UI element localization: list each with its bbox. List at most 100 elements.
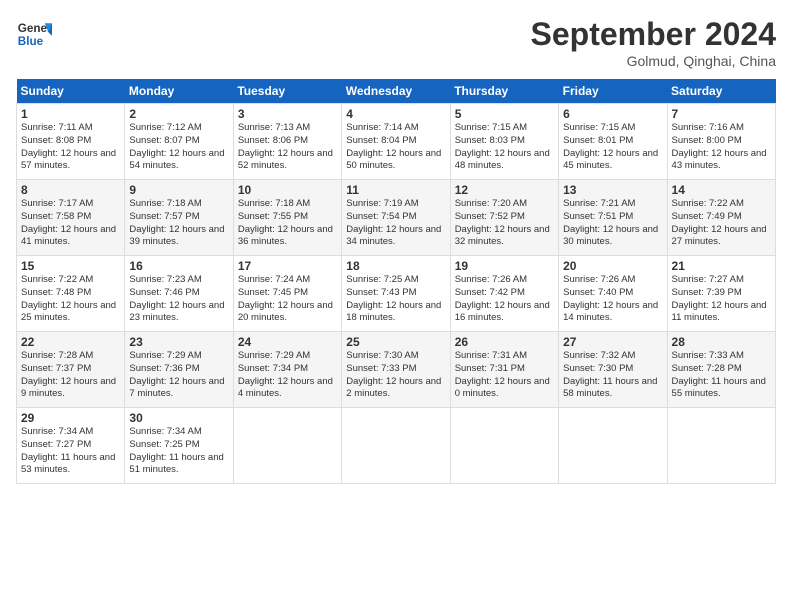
day-info: Sunrise: 7:19 AMSunset: 7:54 PMDaylight:… <box>346 198 445 249</box>
calendar-cell: 18Sunrise: 7:25 AMSunset: 7:43 PMDayligh… <box>342 256 450 332</box>
day-info: Sunrise: 7:26 AMSunset: 7:40 PMDaylight:… <box>563 274 662 325</box>
calendar-cell: 15Sunrise: 7:22 AMSunset: 7:48 PMDayligh… <box>17 256 125 332</box>
calendar-cell: 17Sunrise: 7:24 AMSunset: 7:45 PMDayligh… <box>233 256 341 332</box>
calendar-cell: 14Sunrise: 7:22 AMSunset: 7:49 PMDayligh… <box>667 180 775 256</box>
day-info: Sunrise: 7:28 AMSunset: 7:37 PMDaylight:… <box>21 350 120 401</box>
calendar-cell <box>233 408 341 484</box>
day-info: Sunrise: 7:26 AMSunset: 7:42 PMDaylight:… <box>455 274 554 325</box>
day-info: Sunrise: 7:30 AMSunset: 7:33 PMDaylight:… <box>346 350 445 401</box>
day-number: 5 <box>455 107 554 121</box>
day-info: Sunrise: 7:20 AMSunset: 7:52 PMDaylight:… <box>455 198 554 249</box>
day-number: 19 <box>455 259 554 273</box>
day-info: Sunrise: 7:14 AMSunset: 8:04 PMDaylight:… <box>346 122 445 173</box>
day-number: 27 <box>563 335 662 349</box>
calendar-cell: 29Sunrise: 7:34 AMSunset: 7:27 PMDayligh… <box>17 408 125 484</box>
day-number: 15 <box>21 259 120 273</box>
day-info: Sunrise: 7:16 AMSunset: 8:00 PMDaylight:… <box>672 122 771 173</box>
calendar-cell: 30Sunrise: 7:34 AMSunset: 7:25 PMDayligh… <box>125 408 233 484</box>
day-info: Sunrise: 7:29 AMSunset: 7:36 PMDaylight:… <box>129 350 228 401</box>
calendar-cell: 9Sunrise: 7:18 AMSunset: 7:57 PMDaylight… <box>125 180 233 256</box>
svg-text:Blue: Blue <box>18 35 44 48</box>
day-number: 16 <box>129 259 228 273</box>
calendar-table: SundayMondayTuesdayWednesdayThursdayFrid… <box>16 79 776 484</box>
header: General Blue September 2024 Golmud, Qing… <box>16 16 776 69</box>
day-number: 20 <box>563 259 662 273</box>
calendar-cell: 27Sunrise: 7:32 AMSunset: 7:30 PMDayligh… <box>559 332 667 408</box>
calendar-cell: 5Sunrise: 7:15 AMSunset: 8:03 PMDaylight… <box>450 104 558 180</box>
day-info: Sunrise: 7:12 AMSunset: 8:07 PMDaylight:… <box>129 122 228 173</box>
day-number: 17 <box>238 259 337 273</box>
week-row-4: 22Sunrise: 7:28 AMSunset: 7:37 PMDayligh… <box>17 332 776 408</box>
day-info: Sunrise: 7:13 AMSunset: 8:06 PMDaylight:… <box>238 122 337 173</box>
calendar-cell: 19Sunrise: 7:26 AMSunset: 7:42 PMDayligh… <box>450 256 558 332</box>
day-number: 10 <box>238 183 337 197</box>
calendar-cell: 11Sunrise: 7:19 AMSunset: 7:54 PMDayligh… <box>342 180 450 256</box>
day-number: 2 <box>129 107 228 121</box>
week-row-2: 8Sunrise: 7:17 AMSunset: 7:58 PMDaylight… <box>17 180 776 256</box>
calendar-cell <box>342 408 450 484</box>
calendar-cell: 22Sunrise: 7:28 AMSunset: 7:37 PMDayligh… <box>17 332 125 408</box>
day-info: Sunrise: 7:27 AMSunset: 7:39 PMDaylight:… <box>672 274 771 325</box>
logo-icon: General Blue <box>16 16 52 52</box>
day-info: Sunrise: 7:18 AMSunset: 7:57 PMDaylight:… <box>129 198 228 249</box>
day-info: Sunrise: 7:21 AMSunset: 7:51 PMDaylight:… <box>563 198 662 249</box>
month-title: September 2024 <box>531 16 776 53</box>
day-info: Sunrise: 7:23 AMSunset: 7:46 PMDaylight:… <box>129 274 228 325</box>
day-info: Sunrise: 7:33 AMSunset: 7:28 PMDaylight:… <box>672 350 771 401</box>
calendar-cell: 24Sunrise: 7:29 AMSunset: 7:34 PMDayligh… <box>233 332 341 408</box>
calendar-cell: 23Sunrise: 7:29 AMSunset: 7:36 PMDayligh… <box>125 332 233 408</box>
day-number: 30 <box>129 411 228 425</box>
calendar-cell: 25Sunrise: 7:30 AMSunset: 7:33 PMDayligh… <box>342 332 450 408</box>
day-info: Sunrise: 7:15 AMSunset: 8:03 PMDaylight:… <box>455 122 554 173</box>
day-number: 21 <box>672 259 771 273</box>
day-info: Sunrise: 7:22 AMSunset: 7:48 PMDaylight:… <box>21 274 120 325</box>
week-row-3: 15Sunrise: 7:22 AMSunset: 7:48 PMDayligh… <box>17 256 776 332</box>
day-info: Sunrise: 7:34 AMSunset: 7:27 PMDaylight:… <box>21 426 120 477</box>
day-info: Sunrise: 7:34 AMSunset: 7:25 PMDaylight:… <box>129 426 228 477</box>
day-number: 28 <box>672 335 771 349</box>
day-number: 6 <box>563 107 662 121</box>
day-info: Sunrise: 7:18 AMSunset: 7:55 PMDaylight:… <box>238 198 337 249</box>
days-header-row: SundayMondayTuesdayWednesdayThursdayFrid… <box>17 79 776 104</box>
day-info: Sunrise: 7:32 AMSunset: 7:30 PMDaylight:… <box>563 350 662 401</box>
title-section: September 2024 Golmud, Qinghai, China <box>531 16 776 69</box>
day-header-wednesday: Wednesday <box>342 79 450 104</box>
day-info: Sunrise: 7:31 AMSunset: 7:31 PMDaylight:… <box>455 350 554 401</box>
day-info: Sunrise: 7:29 AMSunset: 7:34 PMDaylight:… <box>238 350 337 401</box>
day-number: 4 <box>346 107 445 121</box>
calendar-cell: 28Sunrise: 7:33 AMSunset: 7:28 PMDayligh… <box>667 332 775 408</box>
day-header-sunday: Sunday <box>17 79 125 104</box>
calendar-cell: 4Sunrise: 7:14 AMSunset: 8:04 PMDaylight… <box>342 104 450 180</box>
day-info: Sunrise: 7:24 AMSunset: 7:45 PMDaylight:… <box>238 274 337 325</box>
day-number: 26 <box>455 335 554 349</box>
calendar-cell: 1Sunrise: 7:11 AMSunset: 8:08 PMDaylight… <box>17 104 125 180</box>
calendar-cell <box>667 408 775 484</box>
day-header-tuesday: Tuesday <box>233 79 341 104</box>
calendar-cell: 26Sunrise: 7:31 AMSunset: 7:31 PMDayligh… <box>450 332 558 408</box>
week-row-1: 1Sunrise: 7:11 AMSunset: 8:08 PMDaylight… <box>17 104 776 180</box>
day-number: 25 <box>346 335 445 349</box>
calendar-cell: 12Sunrise: 7:20 AMSunset: 7:52 PMDayligh… <box>450 180 558 256</box>
day-info: Sunrise: 7:22 AMSunset: 7:49 PMDaylight:… <box>672 198 771 249</box>
calendar-cell: 6Sunrise: 7:15 AMSunset: 8:01 PMDaylight… <box>559 104 667 180</box>
calendar-cell: 7Sunrise: 7:16 AMSunset: 8:00 PMDaylight… <box>667 104 775 180</box>
day-number: 13 <box>563 183 662 197</box>
day-number: 22 <box>21 335 120 349</box>
day-number: 9 <box>129 183 228 197</box>
calendar-cell <box>559 408 667 484</box>
calendar-cell: 8Sunrise: 7:17 AMSunset: 7:58 PMDaylight… <box>17 180 125 256</box>
day-header-monday: Monday <box>125 79 233 104</box>
calendar-cell: 10Sunrise: 7:18 AMSunset: 7:55 PMDayligh… <box>233 180 341 256</box>
day-info: Sunrise: 7:25 AMSunset: 7:43 PMDaylight:… <box>346 274 445 325</box>
calendar-cell: 2Sunrise: 7:12 AMSunset: 8:07 PMDaylight… <box>125 104 233 180</box>
day-info: Sunrise: 7:11 AMSunset: 8:08 PMDaylight:… <box>21 122 120 173</box>
logo: General Blue <box>16 16 52 52</box>
day-number: 3 <box>238 107 337 121</box>
calendar-cell: 20Sunrise: 7:26 AMSunset: 7:40 PMDayligh… <box>559 256 667 332</box>
location: Golmud, Qinghai, China <box>531 53 776 69</box>
day-number: 24 <box>238 335 337 349</box>
day-header-friday: Friday <box>559 79 667 104</box>
week-row-5: 29Sunrise: 7:34 AMSunset: 7:27 PMDayligh… <box>17 408 776 484</box>
day-info: Sunrise: 7:17 AMSunset: 7:58 PMDaylight:… <box>21 198 120 249</box>
day-number: 18 <box>346 259 445 273</box>
